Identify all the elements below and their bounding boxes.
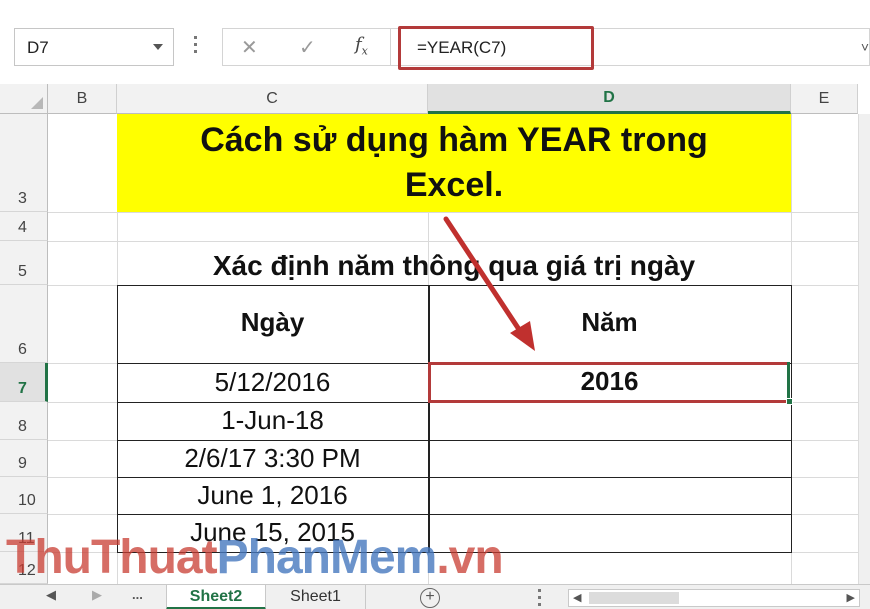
title-line-1: Cách sử dụng hàm YEAR trong: [200, 121, 708, 159]
row-header-8[interactable]: 8: [0, 402, 48, 440]
gridline: [48, 212, 858, 213]
tab-nav-next-icon[interactable]: ▶: [92, 587, 102, 603]
column-header-e[interactable]: E: [791, 84, 858, 114]
row-header-6[interactable]: 6: [0, 285, 48, 363]
watermark: ThuThuatPhanMem.vn: [6, 531, 504, 584]
chevron-down-icon[interactable]: [153, 44, 163, 50]
tab-more[interactable]: ...: [132, 587, 143, 602]
formula-bar: D7 ✕ ✓ fx =YEAR(C7) ˅: [0, 0, 870, 84]
column-header-b[interactable]: B: [48, 84, 117, 114]
sheet-title[interactable]: Cách sử dụng hàm YEAR trong Excel.: [117, 118, 791, 208]
tab-sheet2[interactable]: Sheet2: [166, 585, 266, 609]
row-header-10[interactable]: 10: [0, 477, 48, 514]
row-header-5[interactable]: 5: [0, 241, 48, 285]
cancel-icon[interactable]: ✕: [241, 35, 258, 60]
enter-icon[interactable]: ✓: [299, 35, 316, 60]
scroll-thumb[interactable]: [589, 592, 679, 604]
column-header-c[interactable]: C: [117, 84, 428, 114]
date-cell-c8[interactable]: 1-Jun-18: [117, 405, 428, 436]
table-border: [117, 440, 792, 441]
column-header-d[interactable]: D: [428, 84, 791, 114]
selection-border: [787, 362, 790, 402]
scroll-left-icon[interactable]: ◀: [573, 591, 581, 604]
vertical-scrollbar[interactable]: [858, 114, 870, 584]
annotation-arrow: [443, 216, 535, 351]
tab-nav-prev-icon[interactable]: ◀: [46, 587, 56, 603]
name-box[interactable]: D7: [14, 28, 174, 66]
add-sheet-icon[interactable]: +: [420, 588, 440, 608]
horizontal-scrollbar[interactable]: ◀ ▶: [568, 589, 860, 607]
date-cell-c10[interactable]: June 1, 2016: [117, 480, 428, 511]
row-header-3[interactable]: 3: [0, 114, 48, 212]
table-border: [117, 477, 792, 478]
expand-formula-icon[interactable]: ˅: [861, 39, 869, 55]
tab-sheet1[interactable]: Sheet1: [266, 585, 366, 609]
row-header-7[interactable]: 7: [0, 363, 48, 402]
scroll-right-icon[interactable]: ▶: [847, 591, 855, 604]
vertical-dots-icon[interactable]: [538, 589, 542, 609]
header-cell-date[interactable]: Ngày: [117, 307, 428, 338]
row-header-4[interactable]: 4: [0, 212, 48, 241]
vertical-dots-icon[interactable]: [194, 36, 198, 56]
sheet-tab-bar: ◀ ▶ ... Sheet2 Sheet1 + ◀ ▶: [0, 584, 870, 609]
date-cell-c9[interactable]: 2/6/17 3:30 PM: [117, 443, 428, 474]
insert-function-icon[interactable]: fx: [355, 34, 368, 58]
date-cell-c7[interactable]: 5/12/2016: [117, 367, 428, 398]
table-border: [117, 514, 792, 515]
name-box-value: D7: [27, 38, 49, 57]
result-highlight-box: [428, 362, 790, 403]
title-line-2: Excel.: [404, 166, 504, 204]
row-header-9[interactable]: 9: [0, 440, 48, 477]
fill-handle[interactable]: [786, 398, 793, 405]
select-all-corner[interactable]: [0, 84, 48, 114]
formula-highlight-box: [398, 26, 594, 70]
